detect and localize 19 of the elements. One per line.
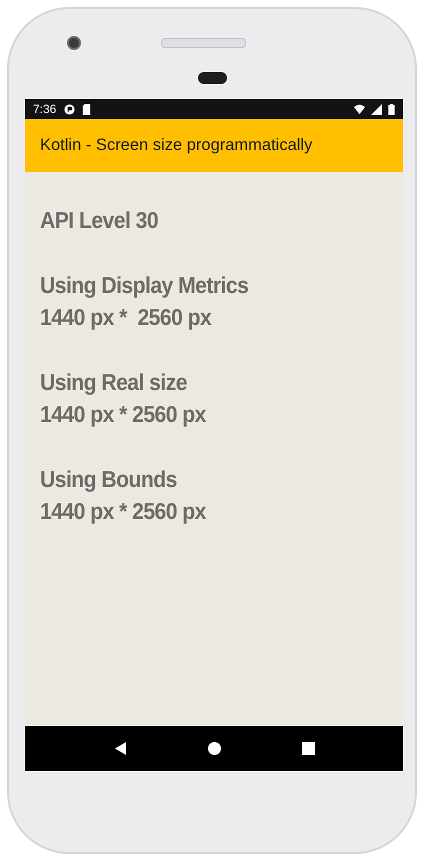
status-time: 7:36 xyxy=(33,102,56,116)
battery-icon xyxy=(388,104,395,114)
home-icon[interactable] xyxy=(208,742,220,755)
recents-icon[interactable] xyxy=(302,742,314,755)
camera-lens xyxy=(67,36,81,50)
section-heading: Using Real size xyxy=(40,368,188,397)
section-heading: Using Display Metrics xyxy=(40,271,250,300)
signal-icon xyxy=(371,104,382,114)
size-value: 1440 px * 2560 px xyxy=(40,400,208,429)
size-value: 1440 px * 2560 px xyxy=(40,497,208,526)
app-title: Kotlin - Screen size programmatically xyxy=(40,136,312,155)
section-heading: Using Bounds xyxy=(40,465,178,494)
back-icon[interactable] xyxy=(114,742,126,755)
section-heading: API Level 30 xyxy=(40,206,160,235)
wifi-icon xyxy=(354,104,365,114)
size-value: 1440 px * 2560 px xyxy=(40,303,212,332)
earpiece xyxy=(198,72,226,84)
notification-icon xyxy=(64,104,76,114)
sd-card-icon xyxy=(81,104,92,114)
